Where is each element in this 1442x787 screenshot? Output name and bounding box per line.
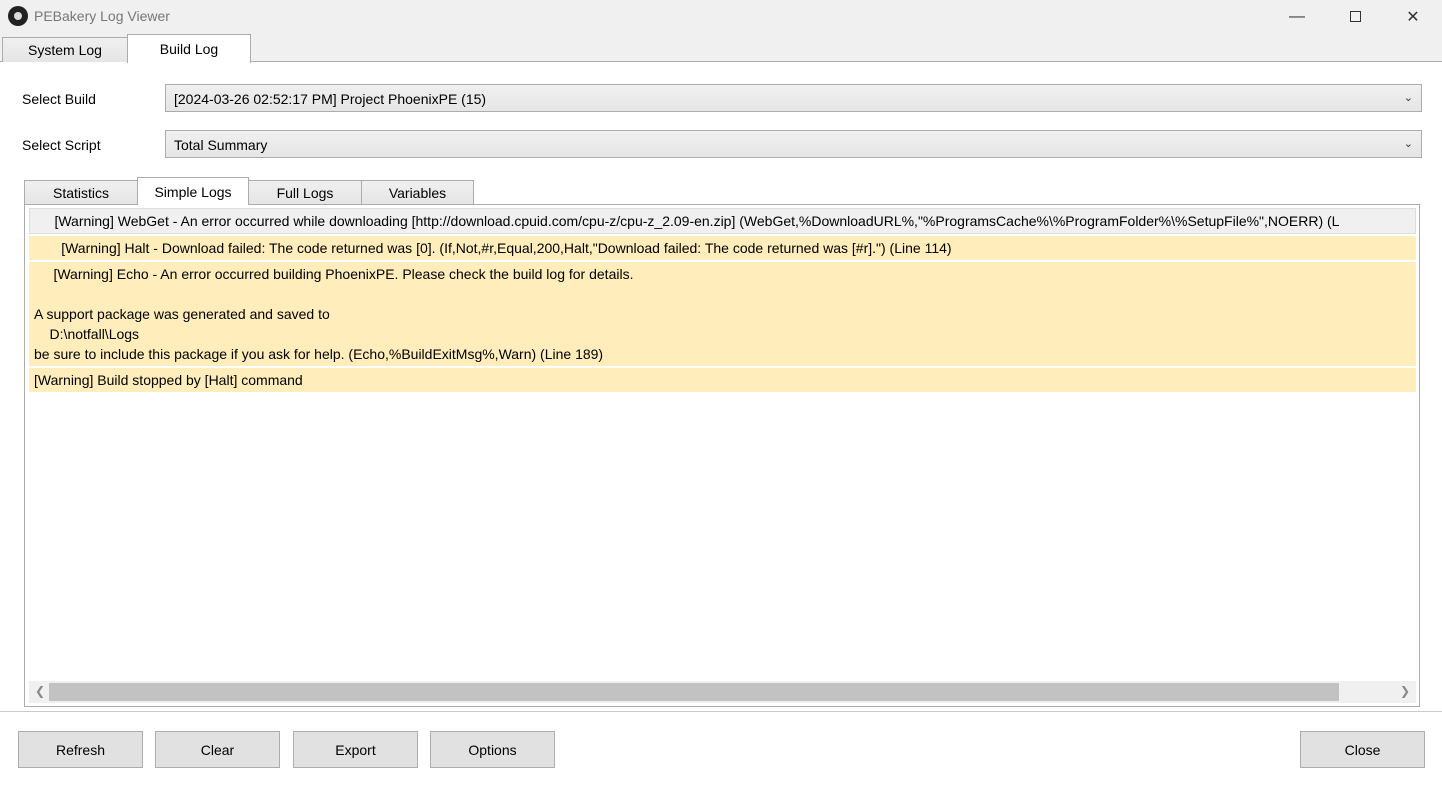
select-build-label: Select Build (22, 91, 96, 107)
main-tabs: System Log Build Log (0, 33, 1442, 63)
clear-button[interactable]: Clear (155, 731, 280, 768)
chevron-down-icon: ⌄ (1403, 138, 1413, 150)
maximize-icon (1349, 11, 1361, 22)
close-icon: ✕ (1406, 8, 1420, 26)
log-row[interactable]: [Warning] Halt - Download failed: The co… (29, 236, 1416, 260)
tab-label: Full Logs (276, 184, 334, 201)
select-script-dropdown[interactable]: Total Summary ⌄ (165, 130, 1422, 158)
divider (0, 711, 1442, 712)
window-title: PEBakery Log Viewer (34, 8, 170, 24)
scroll-right-icon[interactable]: ❯ (1400, 684, 1410, 698)
tab-variables[interactable]: Variables (361, 180, 474, 204)
tab-build-log[interactable]: Build Log (127, 34, 251, 63)
chevron-down-icon: ⌄ (1403, 92, 1413, 104)
select-build-value: [2024-03-26 02:52:17 PM] Project Phoenix… (174, 91, 487, 107)
options-button[interactable]: Options (430, 731, 555, 768)
maximize-button[interactable] (1332, 0, 1378, 33)
tab-label: Build Log (159, 41, 219, 57)
horizontal-scrollbar[interactable]: ❮ ❯ (29, 681, 1416, 703)
log-row[interactable]: [Warning] WebGet - An error occurred whi… (29, 208, 1416, 234)
scrollbar-thumb[interactable] (49, 683, 1339, 701)
close-button[interactable]: Close (1300, 731, 1425, 768)
scroll-left-icon[interactable]: ❮ (35, 684, 45, 698)
tab-label: Statistics (52, 184, 109, 201)
export-button[interactable]: Export (293, 731, 418, 768)
tab-label: System Log (28, 42, 102, 58)
tab-label: Variables (388, 184, 447, 201)
select-build-dropdown[interactable]: [2024-03-26 02:52:17 PM] Project Phoenix… (165, 84, 1422, 112)
tab-simple-logs[interactable]: Simple Logs (137, 177, 249, 205)
log-row[interactable]: [Warning] Build stopped by [Halt] comman… (29, 368, 1416, 392)
select-script-value: Total Summary (174, 137, 268, 153)
tab-system-log[interactable]: System Log (2, 37, 128, 62)
tab-full-logs[interactable]: Full Logs (248, 180, 362, 204)
select-script-label: Select Script (22, 137, 101, 153)
title-bar: PEBakery Log Viewer — ✕ (0, 0, 1442, 33)
close-window-button[interactable]: ✕ (1390, 0, 1436, 33)
simple-logs-panel: [Warning] WebGet - An error occurred whi… (24, 204, 1420, 707)
log-list[interactable]: [Warning] WebGet - An error occurred whi… (29, 208, 1416, 681)
minimize-icon: — (1289, 7, 1305, 25)
tab-statistics[interactable]: Statistics (24, 180, 138, 204)
minimize-button[interactable]: — (1274, 0, 1320, 33)
tab-label: Simple Logs (154, 183, 232, 200)
app-icon (8, 6, 28, 26)
log-row[interactable]: [Warning] Echo - An error occurred build… (29, 262, 1416, 366)
refresh-button[interactable]: Refresh (18, 731, 143, 768)
